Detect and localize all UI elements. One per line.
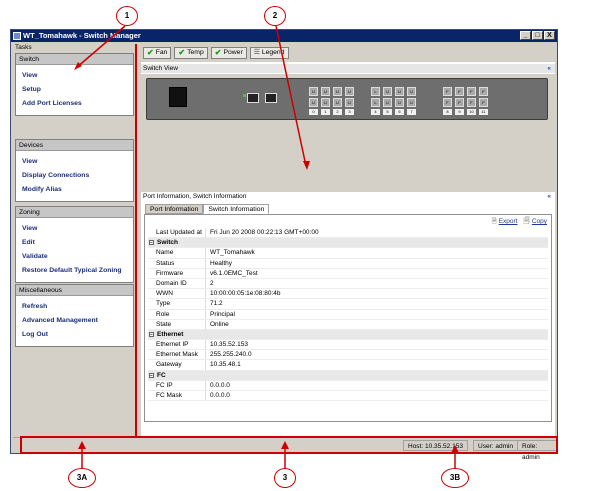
callout-2: 2 xyxy=(264,6,286,26)
callout-3a: 3A xyxy=(68,468,96,488)
callout-3b: 3B xyxy=(441,468,469,488)
callout-1: 1 xyxy=(116,6,138,26)
arrowhead-3a xyxy=(78,441,86,449)
arrowhead-2 xyxy=(303,161,310,170)
arrowhead-3b xyxy=(451,445,459,453)
arrow-2 xyxy=(275,25,307,167)
arrow-1 xyxy=(75,25,126,69)
arrowhead-3 xyxy=(281,441,289,449)
annotation-arrows xyxy=(74,25,459,468)
callout-3: 3 xyxy=(274,468,296,488)
